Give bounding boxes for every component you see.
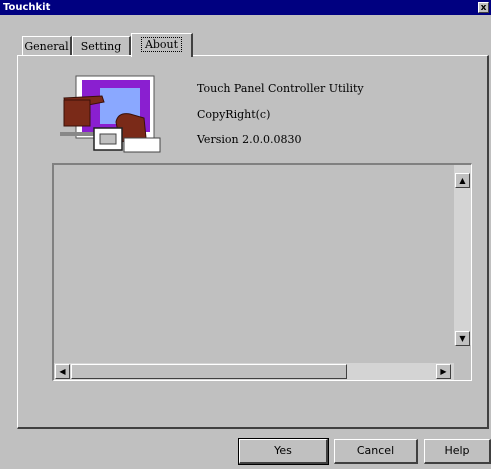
version-text: Version 2.0.0.0830 — [197, 133, 302, 146]
scroll-up-button[interactable]: ▲ — [455, 173, 470, 188]
tab-general[interactable]: General — [22, 36, 72, 55]
title-bar[interactable]: Touchkit x — [0, 0, 491, 15]
yes-button[interactable]: Yes — [238, 438, 329, 465]
touch-panel-hand-icon — [60, 75, 161, 153]
close-icon[interactable]: x — [478, 2, 489, 13]
window-title: Touchkit — [3, 2, 51, 13]
help-button[interactable]: Help — [424, 439, 491, 464]
scroll-right-button[interactable]: ▶ — [436, 364, 451, 379]
product-name: Touch Panel Controller Utility — [197, 82, 364, 95]
scroll-left-button[interactable]: ◀ — [55, 364, 70, 379]
about-text-area[interactable]: ▲ ▼ ◀ ▶ — [52, 163, 472, 381]
tab-setting[interactable]: Setting — [72, 36, 131, 55]
vertical-scrollbar[interactable]: ▲ ▼ — [454, 165, 471, 346]
horizontal-scroll-thumb[interactable] — [71, 364, 347, 379]
scroll-down-button[interactable]: ▼ — [455, 331, 470, 346]
tab-about-label: About — [140, 37, 183, 52]
copyright-text: CopyRight(c) — [197, 108, 271, 121]
scrollbar-corner — [454, 363, 471, 380]
tab-about[interactable]: About — [131, 33, 193, 57]
horizontal-scrollbar[interactable]: ◀ ▶ — [54, 363, 470, 380]
cancel-button[interactable]: Cancel — [334, 439, 418, 464]
